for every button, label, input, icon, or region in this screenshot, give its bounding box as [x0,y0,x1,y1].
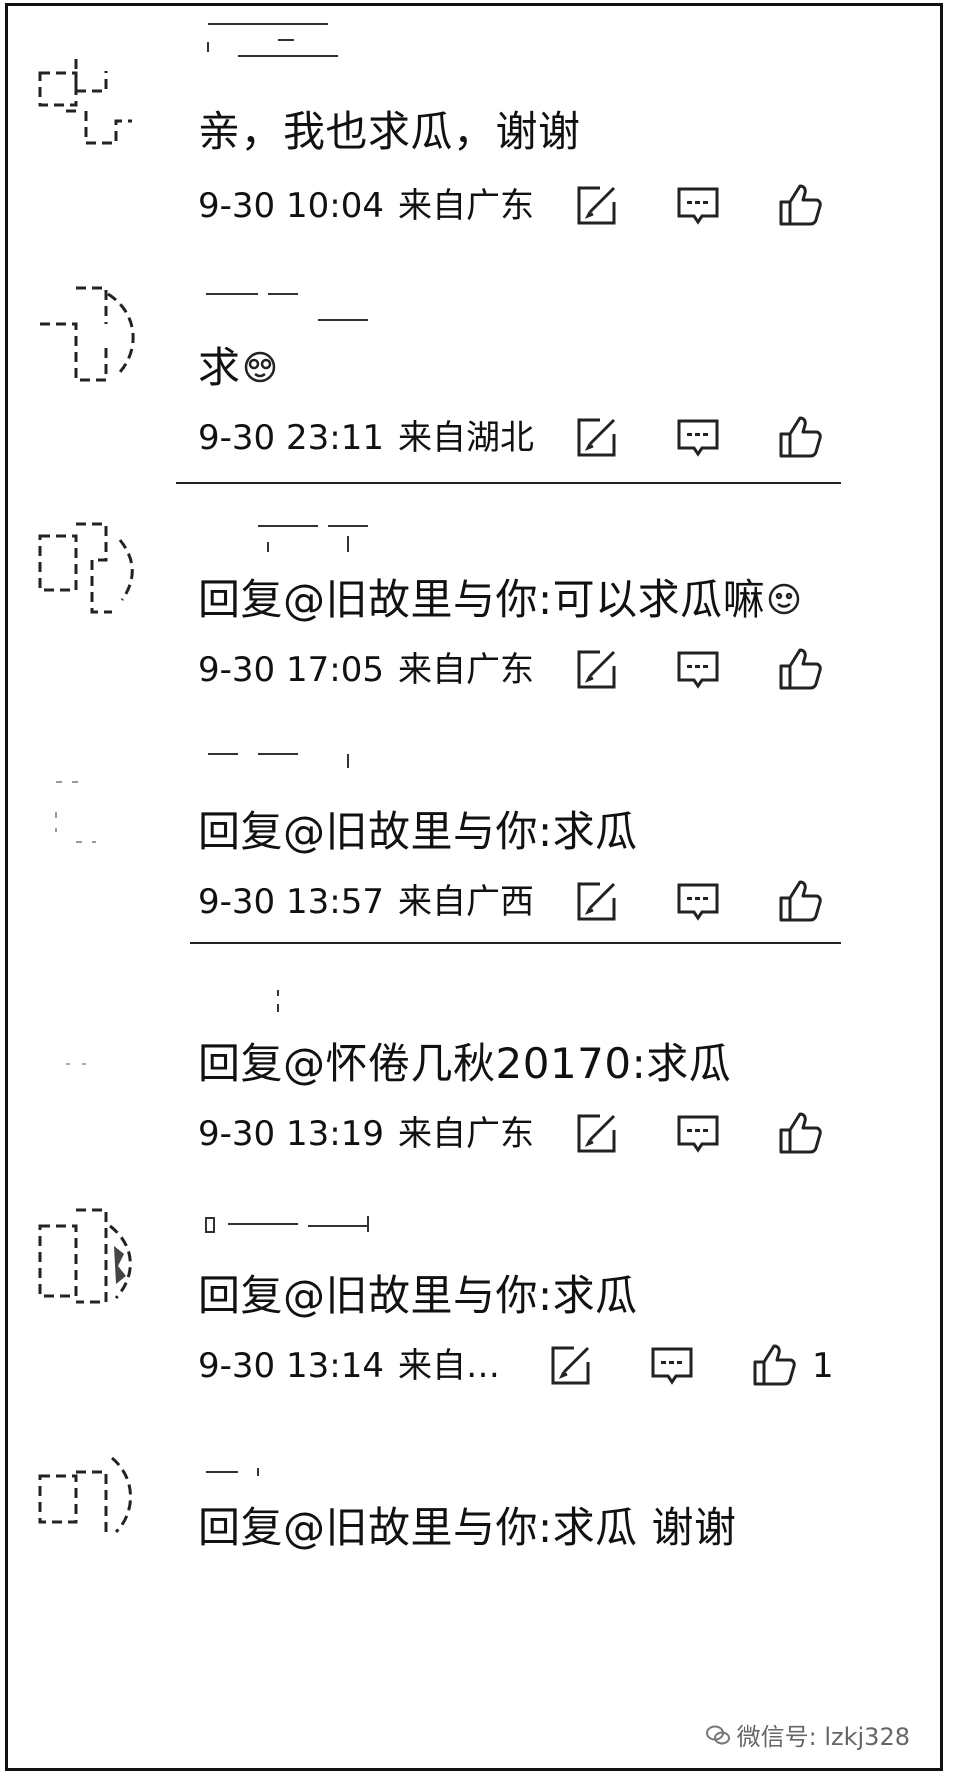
comment-meta: 9-30 13:19 来自广东 [198,1114,534,1154]
edit-icon[interactable] [574,416,618,460]
watermark-text: 微信号: lzkj328 [736,1723,910,1751]
comment-text-content: 求 [198,343,241,392]
comment-icon[interactable] [676,416,720,460]
comment-text: 求 [198,342,277,394]
avatar[interactable] [36,51,136,151]
comment-time: 9-30 13:19 [198,1114,384,1154]
comment-time: 9-30 23:11 [198,418,384,458]
comment-location: 来自广东 [397,186,534,226]
nickname-blurred[interactable] [198,748,378,788]
nickname-blurred[interactable] [198,1448,378,1488]
like-count: 1 [812,1346,834,1386]
comment-meta: 9-30 17:05 来自广东 [198,650,534,690]
avatar[interactable] [36,284,136,384]
emoji-icon [767,582,801,616]
comment-icon[interactable] [650,1344,694,1388]
divider [176,482,841,484]
comment-icon[interactable] [676,184,720,228]
avatar[interactable] [36,1452,136,1552]
comment-meta: 9-30 23:11 来自湖北 [198,418,534,458]
comment-meta: 9-30 13:57 来自广西 [198,882,534,922]
comment-location: 来自湖北 [397,418,534,458]
comment-icon[interactable] [676,1112,720,1156]
comment-text: 回复@旧故里与你:求瓜 [198,1271,638,1320]
avatar[interactable] [36,752,136,852]
comment-location: 来自广西 [397,882,534,922]
edit-icon[interactable] [548,1344,592,1388]
comment-list: 亲，我也求瓜，谢谢 9-30 10:04 来自广东 求 9-30 23:11 来自 [5,3,943,1771]
comment-text: 回复@怀倦几秋20170:求瓜 [198,1039,732,1088]
comment-location: 来自广东 [397,650,534,690]
comment-text: 回复@旧故里与你:求瓜 谢谢 [198,1503,737,1552]
comment-meta: 9-30 10:04 来自广东 [198,186,534,226]
emoji-icon [243,350,277,384]
nickname-blurred[interactable] [198,1210,378,1250]
comment-location: 来自… [397,1346,500,1386]
edit-icon[interactable] [574,1112,618,1156]
avatar[interactable] [36,1206,136,1306]
edit-icon[interactable] [574,184,618,228]
divider [190,942,841,944]
thumbs-up-icon[interactable] [778,182,822,226]
thumbs-up-icon[interactable] [778,1110,822,1154]
nickname-blurred[interactable] [198,20,378,60]
comment-text-content: 回复@旧故里与你:可以求瓜嘛 [198,575,766,624]
wechat-icon [705,1725,730,1744]
edit-icon[interactable] [574,648,618,692]
avatar[interactable] [36,984,136,1084]
avatar[interactable] [36,520,136,620]
comment-time: 9-30 17:05 [198,650,384,690]
nickname-blurred[interactable] [198,516,378,556]
thumbs-up-icon[interactable] [778,414,822,458]
comment-time: 9-30 10:04 [198,186,384,226]
nickname-blurred[interactable] [198,284,378,324]
comment-icon[interactable] [676,880,720,924]
nickname-blurred[interactable] [198,980,378,1020]
thumbs-up-icon[interactable] [778,878,822,922]
thumbs-up-icon[interactable] [778,646,822,690]
comment-time: 9-30 13:14 [198,1346,384,1386]
comment-text: 回复@旧故里与你:求瓜 [198,807,638,856]
comment-time: 9-30 13:57 [198,882,384,922]
comment-text: 亲，我也求瓜，谢谢 [198,107,581,156]
thumbs-up-icon[interactable] [752,1342,796,1386]
comment-text: 回复@旧故里与你:可以求瓜嘛 [198,574,801,626]
comment-meta: 9-30 13:14 来自… [198,1346,500,1386]
edit-icon[interactable] [574,880,618,924]
comment-icon[interactable] [676,648,720,692]
watermark: 微信号: lzkj328 [705,1717,910,1752]
comment-location: 来自广东 [397,1114,534,1154]
